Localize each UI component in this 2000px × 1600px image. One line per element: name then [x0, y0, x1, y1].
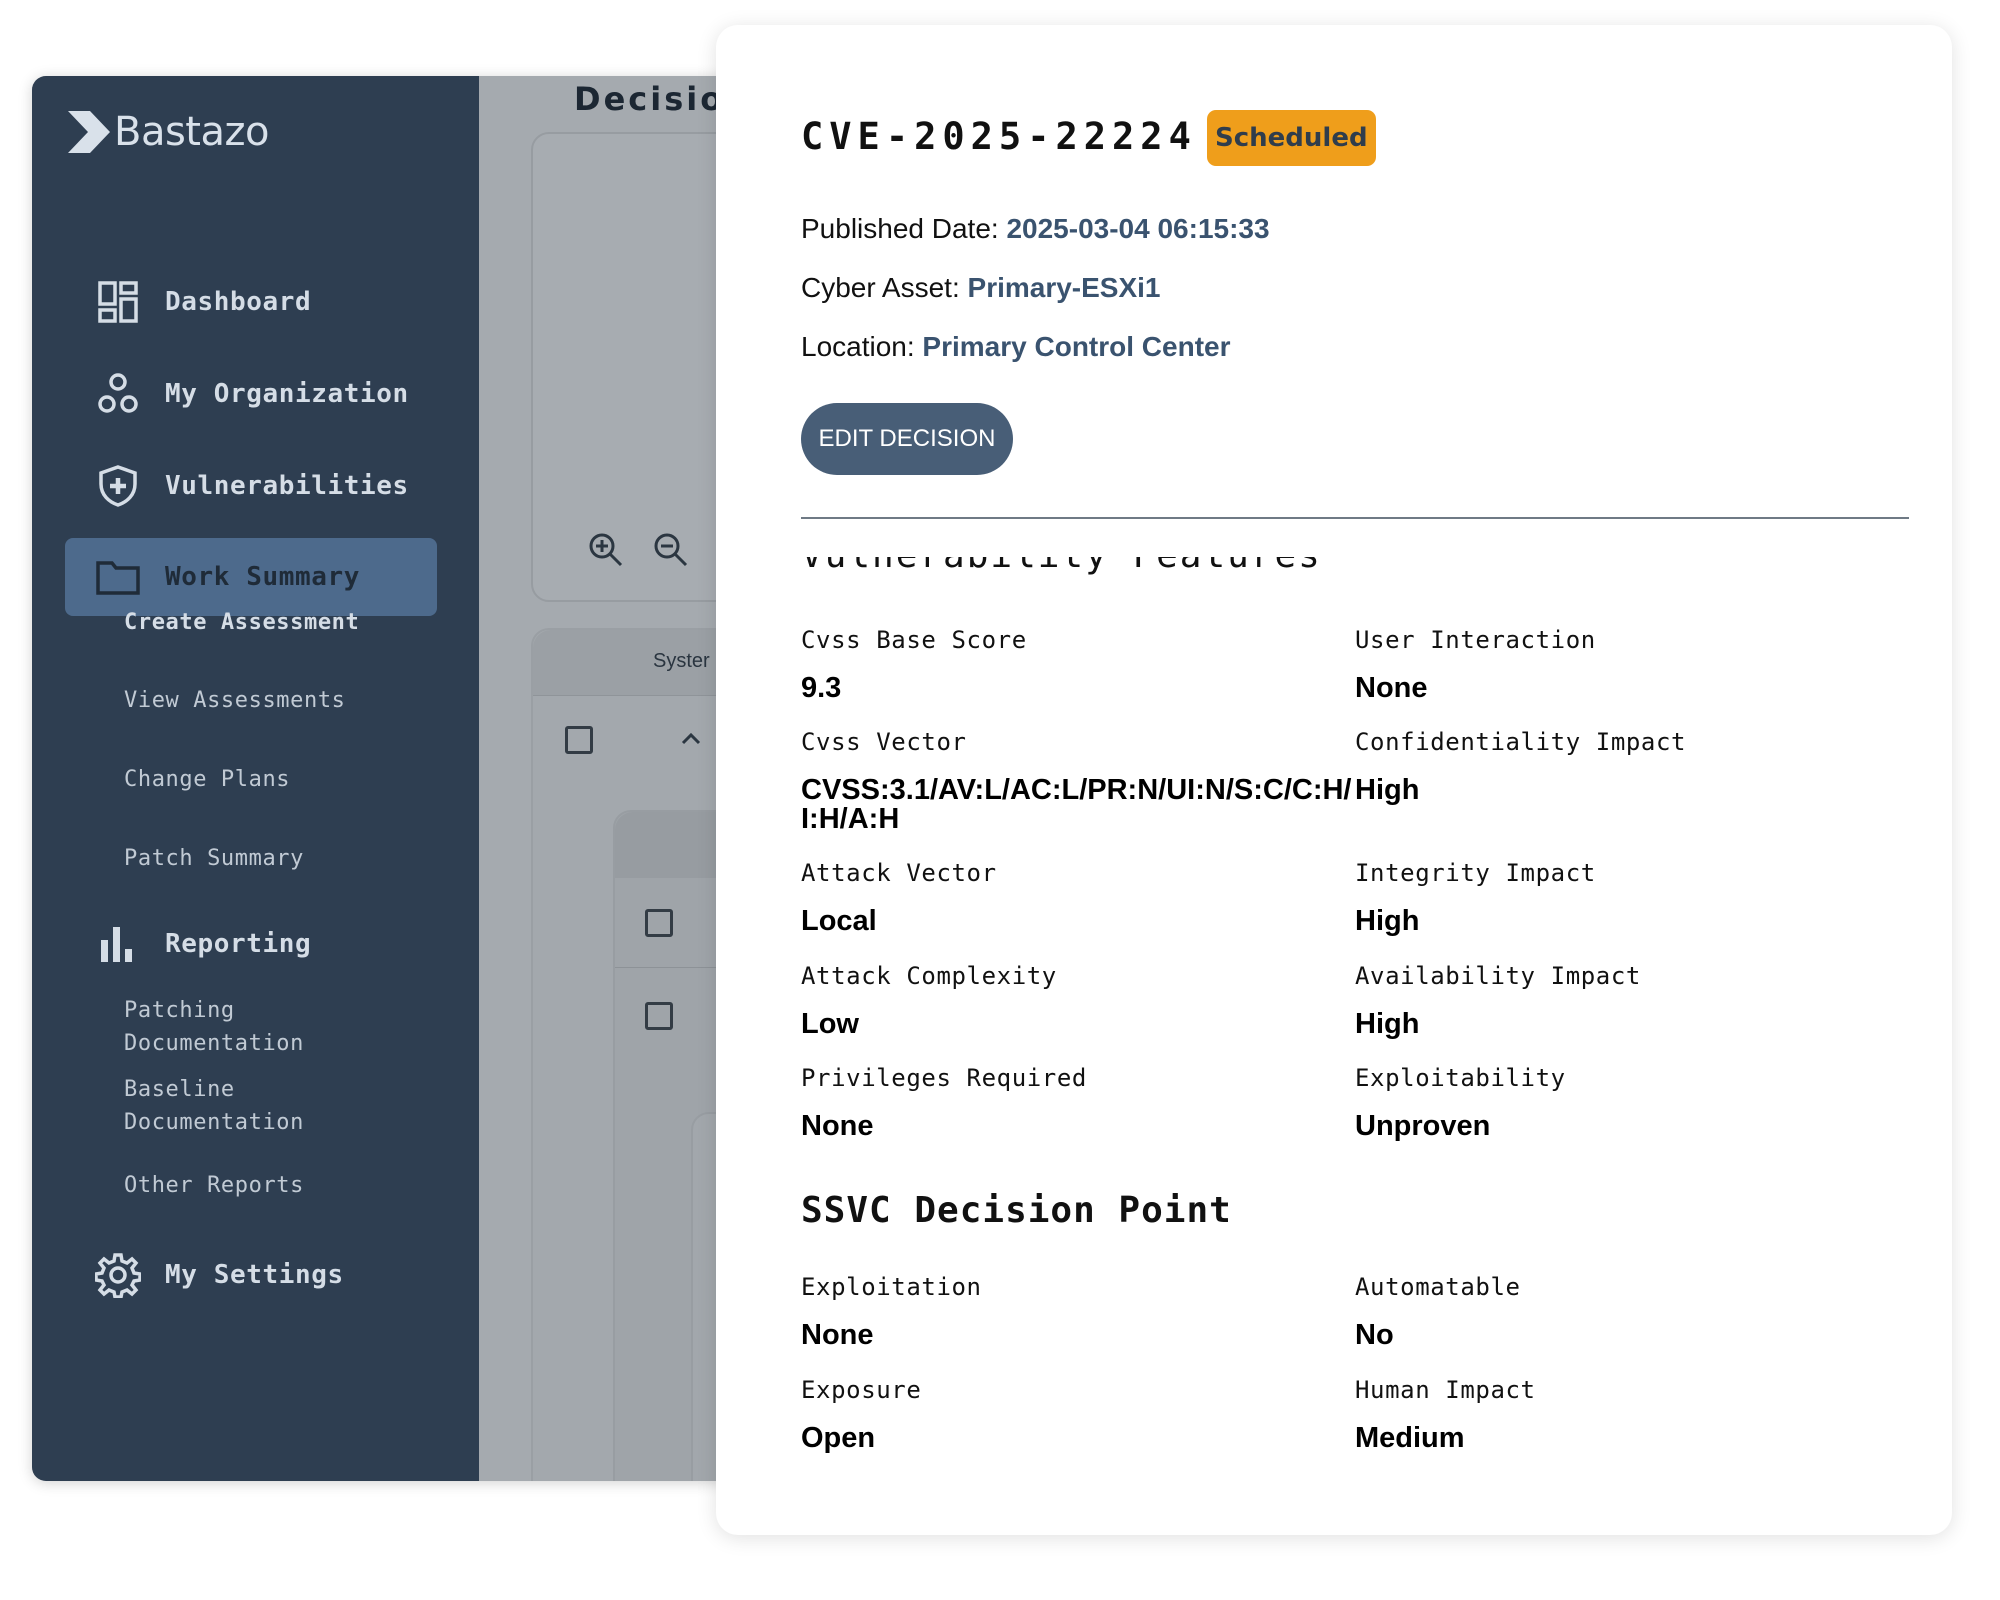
nav-work-summary[interactable]: Work Summary	[65, 538, 437, 616]
published-date: Published Date: 2025-03-04 06:15:33	[801, 213, 1270, 245]
chevron-logo-icon	[68, 111, 110, 153]
subnav-patching-line2: Documentation	[124, 1031, 304, 1056]
cyber-asset: Cyber Asset: Primary-ESXi1	[801, 272, 1161, 304]
cyber-asset-label: Cyber Asset:	[801, 272, 968, 303]
privileges-required-value: None	[801, 1110, 874, 1142]
page-title: Decisio	[574, 80, 726, 118]
folder-icon	[95, 554, 141, 600]
automatable-value: No	[1355, 1319, 1394, 1351]
logo[interactable]: Bastazo	[64, 102, 269, 162]
cyber-asset-value: Primary-ESXi1	[967, 272, 1161, 303]
nested-row-checkbox[interactable]	[645, 909, 673, 937]
gear-icon	[95, 1252, 141, 1298]
dashboard-grid-icon	[95, 279, 141, 325]
human-impact-value: Medium	[1355, 1422, 1465, 1454]
user-interaction-value: None	[1355, 672, 1428, 704]
integrity-impact-label: Integrity Impact	[1355, 859, 1596, 887]
availability-impact-value: High	[1355, 1008, 1420, 1040]
location-label: Location:	[801, 331, 923, 362]
status-badge: Scheduled	[1207, 110, 1376, 166]
attack-vector-value: Local	[801, 905, 877, 937]
exploitability-label: Exploitability	[1355, 1064, 1566, 1092]
section-divider	[801, 517, 1909, 519]
exploitation-label: Exploitation	[801, 1273, 982, 1301]
attack-vector-label: Attack Vector	[801, 859, 997, 887]
subnav-other-reports[interactable]: Other Reports	[124, 1169, 424, 1202]
subnav-patching-documentation[interactable]: Patching Documentation	[124, 994, 424, 1060]
subnav-baseline-documentation[interactable]: Baseline Documentation	[124, 1073, 424, 1139]
row-checkbox[interactable]	[565, 726, 593, 754]
nav-my-organization-label: My Organization	[165, 379, 409, 409]
subnav-baseline-line2: Documentation	[124, 1110, 304, 1135]
nav-dashboard[interactable]: Dashboard	[65, 263, 437, 341]
exploitability-value: Unproven	[1355, 1110, 1491, 1142]
subnav-baseline-line1: Baseline	[124, 1077, 235, 1102]
exploitation-value: None	[801, 1319, 874, 1351]
user-interaction-label: User Interaction	[1355, 626, 1596, 654]
decision-detail-panel: CVE-2025-22224 Scheduled Published Date:…	[716, 25, 1952, 1535]
nav-my-organization[interactable]: My Organization	[65, 355, 437, 433]
nav-my-settings[interactable]: My Settings	[65, 1236, 437, 1314]
cve-title: CVE-2025-22224	[801, 115, 1197, 158]
chevron-up-icon[interactable]	[676, 724, 706, 754]
nav-reporting[interactable]: Reporting	[65, 905, 437, 983]
cvss-vector-label: Cvss Vector	[801, 728, 967, 756]
nav-my-settings-label: My Settings	[165, 1260, 344, 1290]
vulnerability-features-heading: Vulnerability Features	[801, 557, 1901, 585]
sidebar: Bastazo Dashboard My Organization Vulner…	[32, 76, 479, 1481]
cvss-vector-line1: CVSS:3.1/AV:L/AC:L/PR:N/UI:N/S:C/C:H/	[801, 774, 1352, 806]
availability-impact-label: Availability Impact	[1355, 962, 1641, 990]
subnav-view-assessments[interactable]: View Assessments	[124, 684, 424, 717]
cvss-base-score-value: 9.3	[801, 672, 842, 704]
published-date-value: 2025-03-04 06:15:33	[1006, 213, 1270, 244]
table-header-system: Syster	[653, 650, 710, 672]
shield-plus-icon	[95, 463, 141, 509]
integrity-impact-value: High	[1355, 905, 1420, 937]
nav-dashboard-label: Dashboard	[165, 287, 312, 317]
exposure-value: Open	[801, 1422, 876, 1454]
bar-chart-icon	[95, 921, 141, 967]
automatable-label: Automatable	[1355, 1273, 1521, 1301]
ssvc-heading: SSVC Decision Point	[801, 1190, 1232, 1231]
location-value: Primary Control Center	[922, 331, 1231, 362]
subnav-patch-summary[interactable]: Patch Summary	[124, 842, 424, 875]
attack-complexity-label: Attack Complexity	[801, 962, 1057, 990]
exposure-label: Exposure	[801, 1376, 922, 1404]
zoom-in-icon[interactable]	[586, 530, 626, 570]
nav-reporting-label: Reporting	[165, 929, 312, 959]
human-impact-label: Human Impact	[1355, 1376, 1536, 1404]
subnav-change-plans[interactable]: Change Plans	[124, 763, 424, 796]
subnav-create-assessment[interactable]: Create Assessment	[124, 606, 424, 639]
confidentiality-impact-value: High	[1355, 774, 1420, 806]
confidentiality-impact-label: Confidentiality Impact	[1355, 728, 1687, 756]
cvss-base-score-label: Cvss Base Score	[801, 626, 1027, 654]
nav-vulnerabilities[interactable]: Vulnerabilities	[65, 447, 437, 525]
edit-decision-button[interactable]: EDIT DECISION	[801, 403, 1013, 475]
nav-vulnerabilities-label: Vulnerabilities	[165, 471, 409, 501]
zoom-out-icon[interactable]	[651, 530, 691, 570]
published-date-label: Published Date:	[801, 213, 1007, 244]
privileges-required-label: Privileges Required	[801, 1064, 1087, 1092]
vulnerability-features-heading-text: Vulnerability Features	[801, 557, 1322, 576]
nested-row-checkbox[interactable]	[645, 1002, 673, 1030]
subnav-patching-line1: Patching	[124, 998, 235, 1023]
attack-complexity-value: Low	[801, 1008, 859, 1040]
logo-text: Bastazo	[114, 109, 269, 155]
cvss-vector-line2: I:H/A:H	[801, 803, 900, 835]
location: Location: Primary Control Center	[801, 331, 1231, 363]
nav-work-summary-label: Work Summary	[165, 562, 361, 592]
cvss-vector-value: CVSS:3.1/AV:L/AC:L/PR:N/UI:N/S:C/C:H/ I:…	[801, 776, 1351, 834]
organization-circles-icon	[95, 371, 141, 417]
